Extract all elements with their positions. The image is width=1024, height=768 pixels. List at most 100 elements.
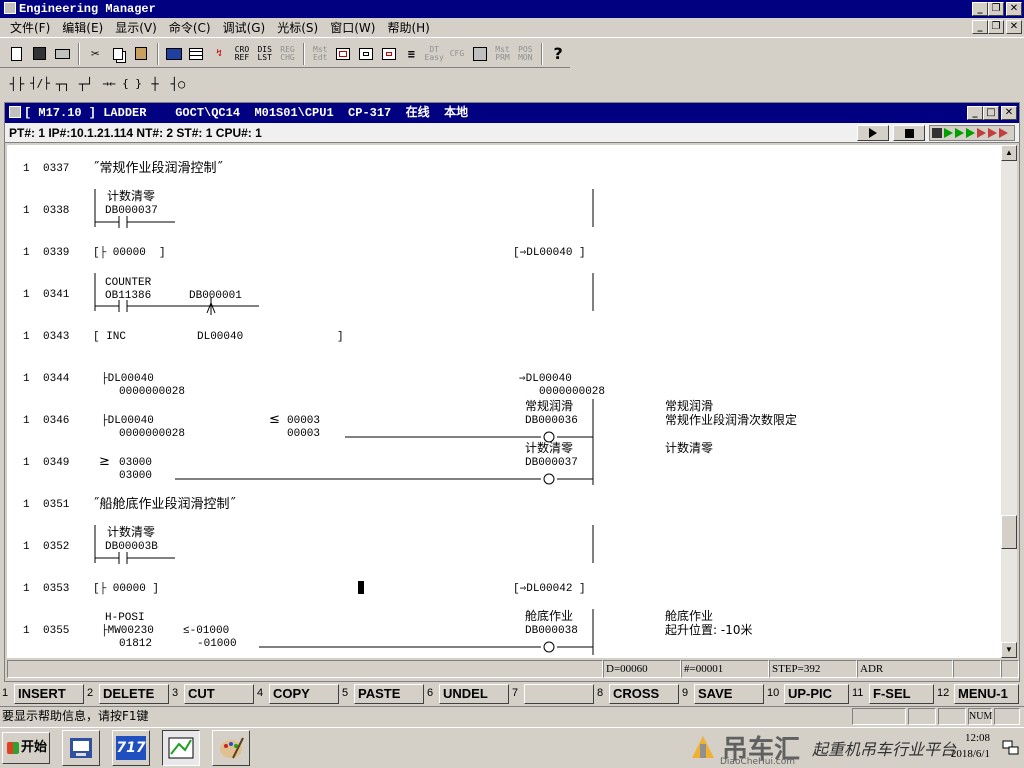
fkey-label[interactable]: MENU-1 — [954, 684, 1019, 704]
run-button[interactable] — [857, 125, 889, 141]
mst-prm-button[interactable]: Mst PRM — [492, 43, 514, 65]
menu-debug[interactable]: 调试(G) — [217, 19, 272, 36]
stop-button[interactable] — [893, 125, 925, 141]
grid-cnt-icon[interactable] — [378, 43, 400, 65]
info-cell-empty — [7, 660, 603, 678]
print-icon[interactable] — [52, 43, 74, 65]
taskbar-app-mpe[interactable] — [62, 730, 100, 766]
taskbar-app-paint[interactable] — [212, 730, 250, 766]
ladder-close-icon[interactable]: ✕ — [1001, 106, 1017, 120]
fkey-label[interactable] — [524, 684, 594, 704]
mdi-restore-icon[interactable]: ❐ — [988, 20, 1004, 34]
network-icon[interactable] — [469, 43, 491, 65]
rung-comment-0337: ˝常规作业段润滑控制˝ — [93, 161, 223, 176]
cut-icon[interactable]: ✂ — [84, 43, 106, 65]
run-controls — [853, 125, 925, 141]
close-icon[interactable]: ✕ — [1006, 2, 1022, 16]
no-contact-icon[interactable]: ┤├ — [6, 73, 28, 95]
edit-cursor — [358, 581, 364, 594]
func-icon[interactable]: ≡ — [401, 43, 423, 65]
brace-icon[interactable]: { } — [121, 73, 143, 95]
save-icon[interactable] — [29, 43, 51, 65]
restore-icon[interactable]: ❐ — [988, 2, 1004, 16]
scroll-down-icon[interactable]: ▼ — [1001, 642, 1017, 658]
paint-icon — [220, 737, 244, 759]
fkey-blank[interactable]: 7 — [512, 684, 597, 704]
branch-open-icon[interactable]: ┬┐ — [52, 73, 74, 95]
scroll-up-icon[interactable]: ▲ — [1001, 145, 1017, 161]
fkey-copy[interactable]: 4 COPY — [257, 684, 342, 704]
ladder-maximize-icon[interactable]: □ — [983, 106, 999, 120]
minimize-icon[interactable]: _ — [972, 2, 988, 16]
start-button[interactable]: 开始 — [2, 732, 50, 764]
fkey-number: 3 — [172, 687, 179, 699]
cro-ref-button[interactable]: CRO REF — [231, 43, 253, 65]
fkey-insert[interactable]: 1 INSERT — [2, 684, 87, 704]
new-file-icon[interactable] — [6, 43, 28, 65]
coil-address: DB000037 — [525, 457, 578, 469]
fkey-delete[interactable]: 2 DELETE — [87, 684, 172, 704]
paste-icon[interactable] — [130, 43, 152, 65]
menu-command[interactable]: 命令(C) — [163, 19, 217, 36]
fkey-label[interactable]: DELETE — [99, 684, 169, 704]
dt-easy-button[interactable]: DT Easy — [423, 43, 445, 65]
fkey-label[interactable]: SAVE — [694, 684, 764, 704]
mdi-close-icon[interactable]: ✕ — [1006, 20, 1022, 34]
rung-comment-0351: ˝船舱底作业段润滑控制˝ — [93, 496, 236, 512]
arrow-icon — [944, 128, 953, 138]
status-indicators: NUM — [850, 708, 1020, 725]
menu-view[interactable]: 显示(V) — [109, 19, 163, 36]
menu-window[interactable]: 窗口(W) — [324, 19, 381, 36]
fkey-label[interactable]: F-SEL — [869, 684, 934, 704]
monitor-icon[interactable] — [163, 43, 185, 65]
horizontal-line-icon[interactable]: →← — [98, 73, 120, 95]
watermark-logo-icon — [692, 736, 714, 758]
vertical-scrollbar[interactable]: ▲ ▼ — [1001, 145, 1017, 658]
fkey-f-sel[interactable]: 11 F-SEL — [852, 684, 937, 704]
fkey-menu-1[interactable]: 12 MENU-1 — [937, 684, 1022, 704]
ladder-minimize-icon[interactable]: _ — [967, 106, 983, 120]
cfg-button[interactable]: CFG — [446, 43, 468, 65]
fkey-cross[interactable]: 8 CROSS — [597, 684, 682, 704]
copy-icon[interactable] — [107, 43, 129, 65]
fkey-label[interactable]: UNDEL — [439, 684, 509, 704]
fkey-label[interactable]: UP-PIC — [784, 684, 849, 704]
fkey-label[interactable]: CUT — [184, 684, 254, 704]
menu-help[interactable]: 帮助(H) — [381, 19, 435, 36]
grid-edit-icon[interactable] — [355, 43, 377, 65]
menu-cursor[interactable]: 光标(S) — [271, 19, 324, 36]
fkey-cut[interactable]: 3 CUT — [172, 684, 257, 704]
ladder-editor[interactable]: 1 0337 1 0338 1 0339 1 0341 1 0343 1 034… — [7, 145, 1001, 658]
reg-chg-button[interactable]: REG CHG — [277, 43, 299, 65]
fkey-label[interactable]: COPY — [269, 684, 339, 704]
scroll-thumb[interactable] — [1001, 515, 1017, 549]
load-value: 01812 — [119, 638, 152, 650]
taskbar-app-717[interactable]: 717 — [112, 730, 150, 766]
row-step: 0351 — [43, 499, 70, 511]
fkey-label[interactable]: PASTE — [354, 684, 424, 704]
table-icon[interactable] — [185, 43, 207, 65]
resize-grip[interactable] — [1001, 660, 1019, 678]
coil-icon[interactable]: ┤○ — [167, 73, 189, 95]
mst-edt-button[interactable]: Mst Edt — [309, 43, 331, 65]
menu-file[interactable]: 文件(F) — [4, 19, 56, 36]
branch-close-icon[interactable]: ┬┘ — [75, 73, 97, 95]
dis-lst-button[interactable]: DIS LST — [254, 43, 276, 65]
contact-label: COUNTER — [105, 277, 152, 289]
tag-icon[interactable]: ↯ — [208, 43, 230, 65]
fkey-label[interactable]: INSERT — [14, 684, 84, 704]
pos-mon-button[interactable]: POS MON — [514, 43, 536, 65]
menu-edit[interactable]: 编辑(E) — [56, 19, 109, 36]
help-icon[interactable]: ? — [547, 43, 569, 65]
fkey-label[interactable]: CROSS — [609, 684, 679, 704]
mdi-minimize-icon[interactable]: _ — [972, 20, 988, 34]
grid-red-icon[interactable] — [332, 43, 354, 65]
taskbar-app-engineering-manager[interactable] — [162, 730, 200, 766]
fkey-save[interactable]: 9 SAVE — [682, 684, 767, 704]
vertical-line-icon[interactable]: ┼ — [144, 73, 166, 95]
fkey-up-pic[interactable]: 10 UP-PIC — [767, 684, 852, 704]
network-tray-icon[interactable] — [1002, 740, 1020, 756]
nc-contact-icon[interactable]: ┤/├ — [29, 73, 51, 95]
fkey-undel[interactable]: 6 UNDEL — [427, 684, 512, 704]
fkey-paste[interactable]: 5 PASTE — [342, 684, 427, 704]
